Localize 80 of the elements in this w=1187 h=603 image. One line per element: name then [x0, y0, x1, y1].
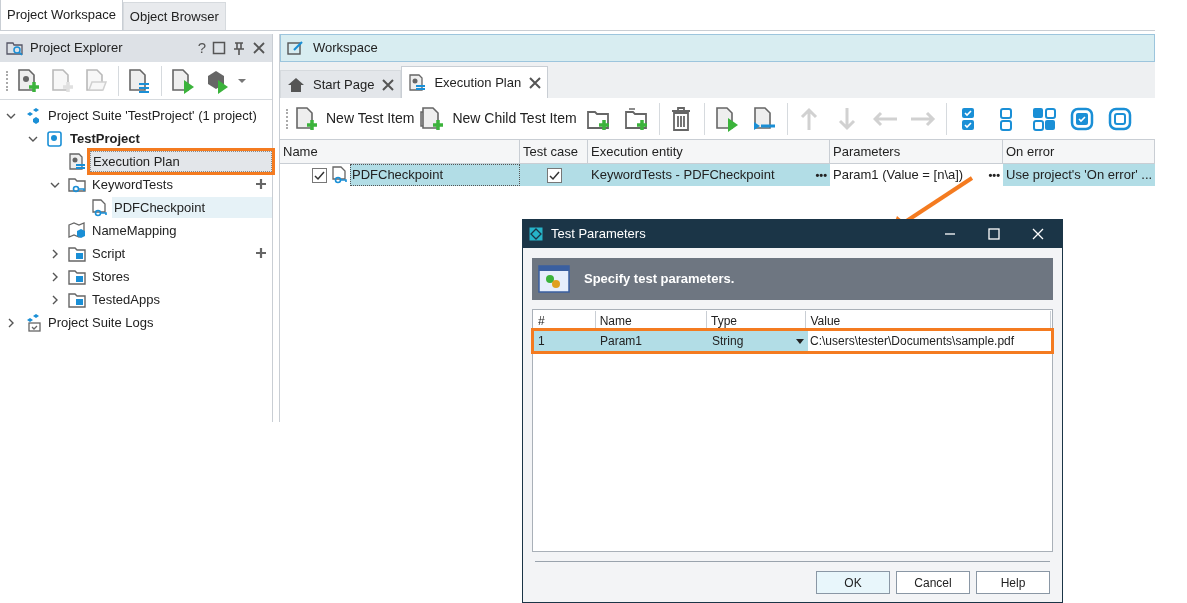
toolbar-button[interactable]: New Child Test Item — [420, 105, 577, 132]
column-header[interactable]: On error — [1003, 140, 1155, 163]
tab-label: Start Page — [313, 75, 375, 94]
dialog-button[interactable]: OK — [816, 571, 890, 594]
close-icon[interactable] — [252, 41, 266, 55]
table-cell: PDFCheckpoint — [350, 164, 520, 186]
table-cell: Param1 — [596, 331, 708, 351]
table-cell-text: KeywordTests - PDFCheckpoint — [591, 166, 775, 185]
dialog-button[interactable]: Cancel — [896, 571, 970, 594]
checkbox-icon[interactable] — [1069, 105, 1096, 132]
table-cell: Use project's 'On error' ... — [1003, 164, 1155, 186]
checkbox-grid-icon[interactable] — [1031, 105, 1058, 132]
tree-item[interactable]: NameMapping — [90, 220, 179, 241]
panel-title: Project Explorer — [30, 39, 124, 58]
map-cube-icon — [68, 221, 86, 240]
table-cell-text: Param1 (Value = [n\a]) — [833, 166, 964, 185]
tree-item[interactable]: TestProject — [68, 128, 142, 149]
panel-title: Workspace — [313, 39, 378, 58]
app-icon — [529, 227, 543, 241]
toolbar-button[interactable]: New Test Item — [294, 105, 415, 132]
tree-item[interactable]: Script — [90, 243, 128, 264]
new-item-icon — [294, 105, 320, 132]
edit-icon — [287, 40, 305, 56]
dropdown-caret-icon[interactable] — [796, 338, 804, 344]
tree-item[interactable]: PDFCheckpoint — [112, 197, 272, 218]
plan-icon — [408, 73, 427, 92]
tree-item[interactable]: Project Suite Logs — [46, 312, 156, 333]
search-folder-icon — [6, 40, 24, 56]
plus-icon[interactable] — [256, 248, 266, 258]
dialog-title: Test Parameters — [551, 225, 647, 244]
column-header[interactable]: Name — [595, 311, 708, 330]
document-key-icon — [330, 166, 348, 184]
dialog-button[interactable]: Help — [976, 571, 1050, 594]
column-header[interactable]: Type — [707, 311, 807, 330]
maximize-icon[interactable] — [212, 41, 226, 55]
document-key-icon — [90, 198, 108, 217]
project-icon — [46, 129, 64, 148]
tree-item[interactable]: KeywordTests — [90, 174, 175, 195]
folder-icon — [68, 290, 86, 309]
close-icon[interactable] — [382, 78, 395, 91]
panel-tab[interactable]: Project Workspace — [0, 0, 123, 30]
checkbox[interactable] — [546, 167, 562, 183]
table-row[interactable]: 1 Param1 String C:\users\tester\Documents\sample.pdf — [534, 331, 1051, 351]
tree-item[interactable]: Execution Plan — [90, 151, 272, 172]
column-header[interactable]: Execution entity — [588, 140, 830, 163]
close-icon[interactable] — [529, 76, 542, 89]
folder-icon — [68, 267, 86, 286]
column-header[interactable]: # — [534, 311, 596, 330]
panel-tab[interactable]: Object Browser — [122, 2, 226, 30]
column-header[interactable]: Parameters — [830, 140, 1003, 163]
column-header[interactable]: Value — [806, 311, 1051, 330]
plan-icon — [68, 152, 86, 171]
pin-icon[interactable] — [232, 41, 246, 55]
more-button[interactable]: ••• — [988, 166, 1000, 184]
settings-window-icon — [538, 265, 570, 293]
checkbox[interactable] — [312, 167, 327, 183]
run-selected-icon[interactable] — [751, 105, 778, 132]
add-folder-icon[interactable] — [623, 105, 650, 132]
more-button[interactable]: ••• — [815, 166, 827, 184]
home-icon — [287, 76, 305, 93]
column-header[interactable]: Name — [280, 140, 520, 163]
run-icon[interactable] — [170, 67, 196, 94]
tab-label: Execution Plan — [434, 73, 522, 92]
document-tab[interactable]: Execution Plan — [401, 66, 549, 98]
check-icon — [548, 169, 560, 181]
checkbox-icon[interactable] — [1107, 105, 1134, 132]
document-tab[interactable]: Start Page — [280, 70, 402, 98]
check-icon — [314, 169, 325, 181]
help-button[interactable]: ? — [197, 36, 206, 60]
plus-icon[interactable] — [256, 179, 266, 189]
banner-text: Specify test parameters. — [584, 270, 735, 289]
folder-icon — [68, 244, 86, 263]
column-header[interactable]: Test case — [520, 140, 588, 163]
folder-key-icon — [68, 175, 86, 194]
table-cell: 1 — [534, 331, 596, 351]
tree-item[interactable]: Project Suite 'TestProject' (1 project) — [46, 105, 259, 126]
table-cell-text: String — [712, 333, 744, 350]
tree-item[interactable]: Stores — [90, 266, 132, 287]
tree-item[interactable]: TestedApps — [90, 289, 162, 310]
run-icon[interactable] — [713, 105, 740, 132]
